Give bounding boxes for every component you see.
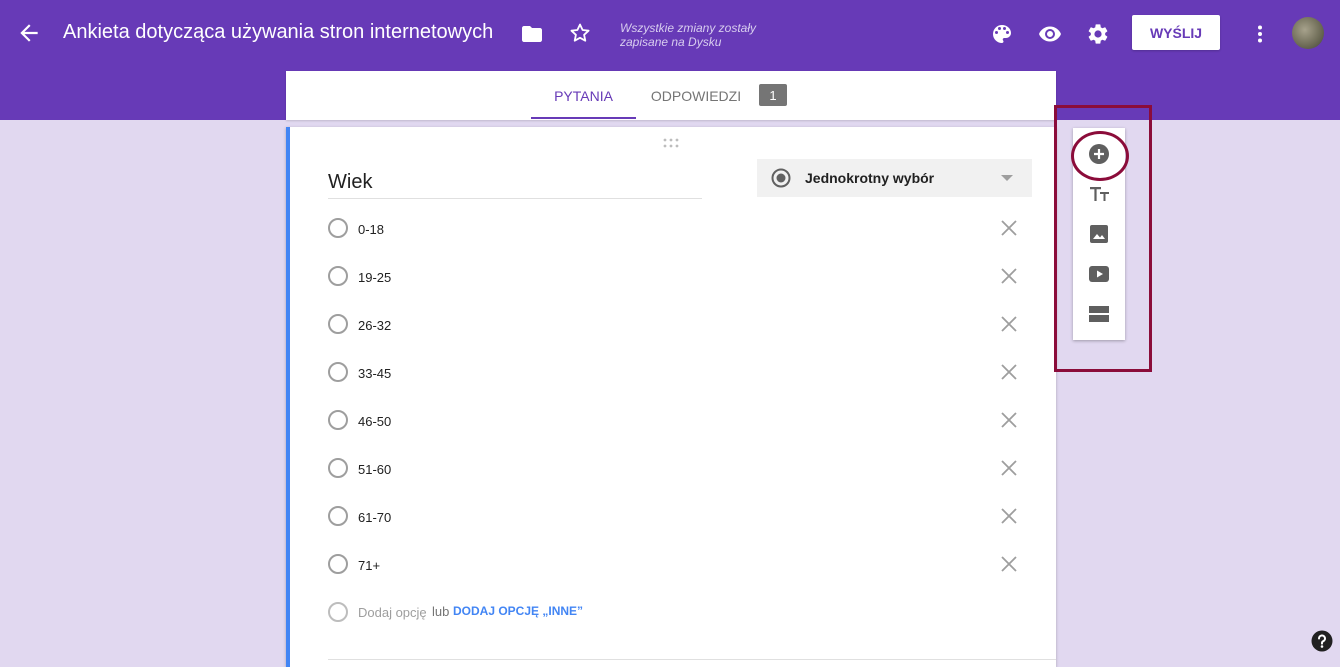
radio-placeholder-icon (328, 506, 348, 526)
question-type-select[interactable]: Jednokrotny wybór (757, 159, 1032, 197)
add-image-icon[interactable] (1087, 222, 1111, 246)
send-button[interactable]: WYŚLIJ (1132, 15, 1220, 50)
close-icon[interactable] (998, 457, 1020, 479)
divider (328, 659, 1056, 660)
option-label-input[interactable]: 46-50 (358, 414, 391, 429)
option-row: 33-45 (328, 357, 1028, 387)
close-icon[interactable] (998, 409, 1020, 431)
close-icon[interactable] (998, 505, 1020, 527)
option-label-input[interactable]: 71+ (358, 558, 380, 573)
add-question-icon[interactable] (1087, 142, 1111, 166)
tabs-bar: PYTANIA ODPOWIEDZI 1 (286, 71, 1056, 120)
close-icon[interactable] (998, 217, 1020, 239)
option-row: 51-60 (328, 453, 1028, 483)
more-vert-icon[interactable] (1248, 22, 1272, 46)
radio-placeholder-icon (328, 554, 348, 574)
save-status: Wszystkie zmiany zostały zapisane na Dys… (620, 21, 757, 49)
radio-placeholder-icon (328, 362, 348, 382)
radio-placeholder-icon (328, 218, 348, 238)
close-icon[interactable] (998, 265, 1020, 287)
option-label-input[interactable]: 0-18 (358, 222, 384, 237)
close-icon[interactable] (998, 553, 1020, 575)
add-option-row: Dodaj opcję lub DODAJ OPCJĘ „INNE” (328, 597, 828, 627)
add-other-option-button[interactable]: DODAJ OPCJĘ „INNE” (453, 604, 583, 618)
option-row: 61-70 (328, 501, 1028, 531)
radio-placeholder-icon (328, 314, 348, 334)
add-option-input[interactable]: Dodaj opcję (358, 605, 427, 620)
option-row: 46-50 (328, 405, 1028, 435)
add-section-icon[interactable] (1087, 302, 1111, 326)
avatar[interactable] (1292, 17, 1324, 49)
arrow-back-icon[interactable] (16, 20, 42, 46)
option-label-input[interactable]: 61-70 (358, 510, 391, 525)
question-title-input[interactable]: Wiek (328, 171, 702, 199)
option-row: 71+ (328, 549, 1028, 579)
radio-placeholder-icon (328, 602, 348, 622)
radio-placeholder-icon (328, 458, 348, 478)
eye-icon[interactable] (1038, 22, 1062, 46)
header-row: Ankieta dotycząca używania stron interne… (0, 0, 1340, 66)
palette-icon[interactable] (990, 22, 1014, 46)
add-title-icon[interactable] (1087, 182, 1111, 206)
folder-icon[interactable] (520, 22, 544, 46)
or-label: lub (432, 604, 450, 619)
tab-questions-label: PYTANIA (554, 87, 613, 104)
tab-questions[interactable]: PYTANIA (531, 71, 636, 120)
question-type-label: Jednokrotny wybór (805, 170, 935, 186)
option-row: 0-18 (328, 213, 1028, 243)
star-icon[interactable] (568, 21, 592, 45)
form-title[interactable]: Ankieta dotycząca używania stron interne… (63, 21, 493, 44)
option-label-input[interactable]: 19-25 (358, 270, 391, 285)
tab-responses-label: ODPOWIEDZI (650, 87, 742, 104)
close-icon[interactable] (998, 313, 1020, 335)
active-tab-indicator (531, 117, 636, 119)
side-toolbar (1073, 128, 1125, 340)
gear-icon[interactable] (1086, 22, 1110, 46)
option-label-input[interactable]: 51-60 (358, 462, 391, 477)
add-video-icon[interactable] (1087, 262, 1111, 286)
option-row: 26-32 (328, 309, 1028, 339)
radio-button-icon (770, 167, 792, 189)
responses-count-badge: 1 (759, 84, 787, 106)
chevron-down-icon (1001, 175, 1013, 181)
option-row: 19-25 (328, 261, 1028, 291)
question-card[interactable]: Wiek Jednokrotny wybór 0-18 19-25 26-32 33-… (286, 127, 1056, 667)
radio-placeholder-icon (328, 410, 348, 430)
option-label-input[interactable]: 26-32 (358, 318, 391, 333)
radio-placeholder-icon (328, 266, 348, 286)
active-card-accent (286, 127, 290, 667)
option-label-input[interactable]: 33-45 (358, 366, 391, 381)
drag-handle-icon[interactable] (663, 135, 679, 148)
close-icon[interactable] (998, 361, 1020, 383)
help-icon[interactable] (1311, 630, 1333, 652)
